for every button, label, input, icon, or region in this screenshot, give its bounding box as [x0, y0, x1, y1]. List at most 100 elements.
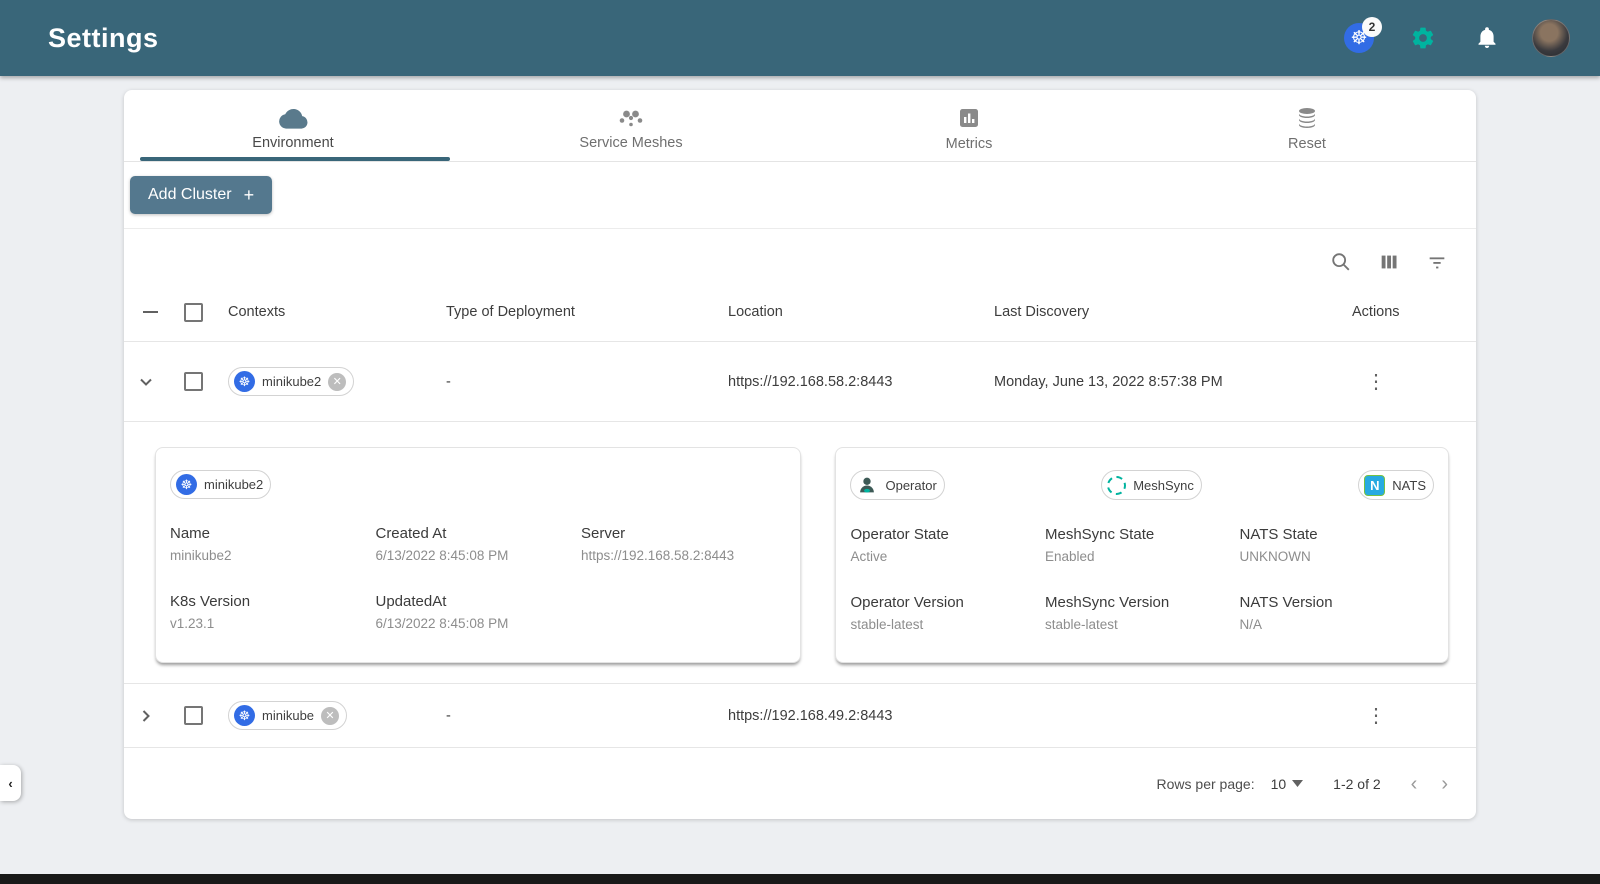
location-cell: https://192.168.58.2:8443: [728, 373, 893, 390]
operator-chip[interactable]: Operator: [850, 470, 945, 500]
kubernetes-icon: ☸: [234, 371, 255, 392]
cluster-detail-card: ☸ minikube2 Name minikube2 Created At 6/…: [155, 447, 802, 663]
context-chip-label: minikube2: [262, 374, 322, 389]
expand-row-button[interactable]: [138, 708, 184, 724]
previous-page-button[interactable]: ‹: [1411, 774, 1418, 794]
deployment-type-cell: -: [446, 707, 451, 724]
metrics-icon: [960, 108, 978, 127]
operator-person-icon: [860, 477, 875, 493]
field-value: Enabled: [1044, 549, 1095, 564]
add-cluster-label: Add Cluster: [148, 186, 232, 203]
tab-service-meshes[interactable]: Service Meshes: [462, 90, 800, 161]
sidebar-collapse-handle[interactable]: ‹: [0, 765, 21, 801]
tab-environment[interactable]: Environment: [124, 90, 462, 161]
row-actions-menu-button[interactable]: ⋮: [1350, 369, 1476, 394]
rows-per-page-select[interactable]: 10: [1271, 776, 1304, 792]
field-value: 6/13/2022 8:45:08 PM: [375, 616, 509, 631]
field-label: Operator Version: [850, 594, 964, 611]
row-checkbox[interactable]: [184, 706, 203, 725]
field-label: UpdatedAt: [375, 593, 447, 610]
tab-environment-label: Environment: [252, 134, 334, 151]
view-columns-button[interactable]: [1376, 249, 1402, 275]
field-label: Name: [170, 525, 211, 542]
chevron-right-icon: [142, 709, 150, 722]
field-operator-version: Operator Version stable-latest: [850, 594, 1045, 632]
field-meshsync-state: MeshSync State Enabled: [1045, 526, 1240, 564]
cluster-chip[interactable]: ☸ minikube2: [170, 470, 272, 499]
field-nats-state: NATS State UNKNOWN: [1239, 526, 1434, 564]
delete-context-icon[interactable]: ✕: [328, 372, 347, 391]
deployment-type-cell: -: [446, 373, 451, 390]
field-value: https://192.168.58.2:8443: [580, 548, 735, 563]
field-value: stable-latest: [850, 617, 924, 632]
settings-tabs: Environment Service Meshes Metrics Reset: [124, 90, 1476, 161]
table-toolbar: [124, 229, 1476, 283]
operator-chip-label: Operator: [885, 477, 937, 493]
filter-button[interactable]: [1424, 249, 1450, 275]
tab-metrics-label: Metrics: [945, 135, 993, 152]
app-bar: Settings ☸ 2: [0, 0, 1600, 76]
meshsync-chip-label: MeshSync: [1133, 477, 1194, 493]
pagination-arrows: ‹ ›: [1411, 774, 1448, 794]
tab-metrics[interactable]: Metrics: [800, 90, 1138, 161]
context-cell: ☸ minikube ✕: [228, 701, 446, 730]
header-actions: ☸ 2: [1340, 17, 1570, 57]
field-nats-version: NATS Version N/A: [1239, 594, 1434, 632]
kubernetes-context-count-badge: 2: [1362, 17, 1382, 37]
field-value: minikube2: [170, 548, 232, 563]
field-created-at: Created At 6/13/2022 8:45:08 PM: [375, 525, 581, 563]
nats-chip[interactable]: N NATS: [1358, 470, 1434, 500]
row-checkbox[interactable]: [184, 372, 203, 391]
cluster-chip-line: ☸ minikube2: [156, 470, 800, 499]
field-label: MeshSync State: [1044, 526, 1155, 543]
chevron-down-icon: [1292, 780, 1304, 787]
search-button[interactable]: [1328, 249, 1354, 275]
location-cell: https://192.168.49.2:8443: [728, 707, 893, 724]
context-chip-minikube[interactable]: ☸ minikube ✕: [228, 701, 348, 730]
table-header-row: Contexts Type of Deployment Location Las…: [124, 283, 1476, 341]
filter-icon: [1429, 257, 1445, 269]
field-label: K8s Version: [170, 593, 251, 610]
field-meshsync-version: MeshSync Version stable-latest: [1045, 594, 1240, 632]
table-row: ☸ minikube ✕ - https://192.168.49.2:8443…: [124, 683, 1476, 747]
row-actions-menu-button[interactable]: ⋮: [1350, 703, 1476, 728]
page-title: Settings: [48, 22, 159, 53]
delete-context-icon[interactable]: ✕: [321, 706, 340, 725]
rows-per-page: Rows per page: 10: [1157, 776, 1304, 792]
operator-fields: Operator State Active MeshSync State Ena…: [836, 526, 1448, 632]
field-label: NATS Version: [1239, 594, 1333, 611]
context-cell: ☸ minikube2 ✕: [228, 367, 446, 396]
user-avatar[interactable]: [1532, 19, 1570, 57]
field-value: N/A: [1239, 617, 1262, 632]
field-label: NATS State: [1239, 526, 1318, 543]
collapse-all-toggle[interactable]: [138, 311, 184, 313]
pagination-bar: Rows per page: 10 1-2 of 2 ‹ ›: [124, 747, 1476, 819]
notifications-button[interactable]: [1468, 19, 1506, 57]
settings-gear-button[interactable]: [1404, 19, 1442, 57]
gear-icon: [1412, 27, 1434, 49]
column-header-contexts: Contexts: [228, 304, 286, 320]
collapse-row-button[interactable]: [138, 374, 184, 390]
select-all-checkbox[interactable]: [184, 302, 203, 322]
context-chip-minikube2[interactable]: ☸ minikube2 ✕: [228, 367, 355, 396]
next-page-button[interactable]: ›: [1441, 774, 1448, 794]
tab-reset[interactable]: Reset: [1138, 90, 1476, 161]
kubernetes-icon: ☸: [176, 474, 197, 495]
field-value: UNKNOWN: [1239, 549, 1311, 564]
field-label: Operator State: [850, 526, 949, 543]
last-discovery-cell: Monday, June 13, 2022 8:57:38 PM: [994, 373, 1223, 390]
tab-reset-label: Reset: [1288, 135, 1326, 152]
chevron-down-icon: [140, 378, 152, 386]
table-row: ☸ minikube2 ✕ - https://192.168.58.2:844…: [124, 341, 1476, 421]
field-label: Created At: [375, 525, 447, 542]
active-tab-indicator: [140, 157, 450, 161]
database-icon: [1299, 107, 1315, 128]
nats-chip-label: NATS: [1392, 477, 1426, 493]
column-header-actions: Actions: [1352, 304, 1400, 320]
service-mesh-icon: [619, 110, 643, 126]
kubernetes-contexts-button[interactable]: ☸ 2: [1340, 17, 1382, 57]
meshsync-chip[interactable]: MeshSync: [1101, 470, 1202, 500]
search-icon: [1332, 253, 1350, 271]
add-cluster-button[interactable]: Add Cluster +: [130, 176, 273, 214]
operator-chip-line: Operator MeshSync N NATS: [836, 470, 1448, 500]
